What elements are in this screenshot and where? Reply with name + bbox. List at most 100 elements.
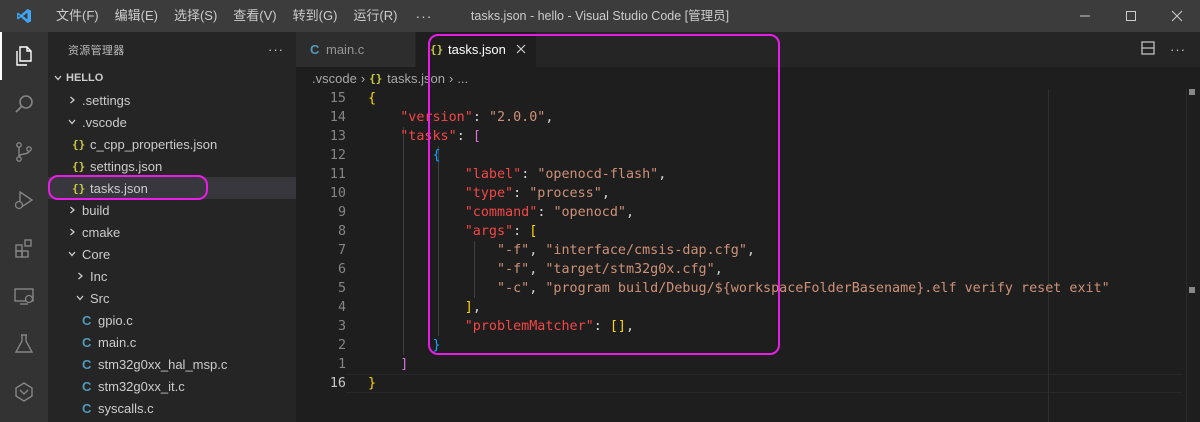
line-number: 15 (329, 91, 346, 106)
code-line: ] (400, 357, 409, 372)
workspace-name: HELLO (66, 72, 104, 84)
scrollbar-marker (1189, 89, 1195, 95)
tree-item-label: .vscode (82, 114, 127, 130)
line-number: 14 (329, 110, 346, 125)
tree-file-settings-json[interactable]: {} settings.json (48, 155, 296, 177)
menu-more-button[interactable]: ··· (405, 8, 442, 24)
tab-main-c[interactable]: C main.c (296, 32, 416, 67)
tree-item-label: Inc (90, 268, 108, 284)
split-editor-button[interactable] (1140, 40, 1156, 59)
line-number: 9 (337, 205, 346, 220)
tree-item-label: stm32g0xx_it.c (98, 378, 185, 394)
line-number: 11 (329, 167, 346, 182)
explorer-sidebar: 资源管理器 ··· HELLO .settings .vscode {} c_c… (48, 32, 296, 422)
c-file-icon: C (82, 378, 92, 394)
minimize-icon (1080, 15, 1090, 17)
run-debug-activity[interactable] (0, 176, 48, 224)
remote-explorer-icon (14, 288, 34, 305)
line-number: 3 (337, 319, 346, 334)
tree-item-label: Src (90, 290, 110, 306)
sidebar-more-button[interactable]: ··· (268, 42, 284, 57)
chevron-down-icon (72, 293, 88, 303)
menu-edit[interactable]: 编辑(E) (107, 5, 166, 27)
extensions-activity[interactable] (0, 224, 48, 272)
vertical-scrollbar[interactable] (1186, 89, 1200, 422)
tree-folder-src[interactable]: Src (48, 287, 296, 309)
line-number: 13 (329, 129, 346, 144)
tree-file-c-cpp-properties[interactable]: {} c_cpp_properties.json (48, 133, 296, 155)
explorer-activity[interactable] (0, 32, 48, 80)
files-icon (16, 46, 32, 66)
line-number-gutter: 15 14 13 12 11 10 9 8 7 6 5 4 3 2 1 16 (296, 89, 346, 393)
maximize-icon (1126, 11, 1136, 21)
line-number: 1 (337, 357, 346, 372)
tree-file-it-c[interactable]: C stm32g0xx_it.c (48, 375, 296, 397)
tree-item-label: build (82, 202, 110, 218)
tree-item-label: stm32g0xx_hal_msp.c (98, 356, 228, 372)
line-number: 8 (337, 224, 346, 239)
menu-run[interactable]: 运行(R) (345, 5, 405, 27)
run-debug-icon (14, 190, 34, 210)
c-file-icon: C (82, 356, 92, 372)
chevron-right-icon (72, 271, 88, 281)
menu-view[interactable]: 查看(V) (225, 5, 284, 27)
line-number: 10 (329, 186, 346, 201)
tree-folder-build[interactable]: build (48, 199, 296, 221)
breadcrumb-chevron-icon: › (360, 70, 366, 86)
tree-folder-cmake[interactable]: cmake (48, 221, 296, 243)
scrollbar-marker (1189, 287, 1195, 293)
split-editor-icon (1141, 41, 1155, 55)
line-number: 4 (337, 300, 346, 315)
tree-item-label: gpio.c (98, 312, 133, 328)
tree-item-label: cmake (82, 224, 121, 240)
vscode-logo-icon (0, 0, 48, 32)
testing-activity[interactable] (0, 320, 48, 368)
tree-item-label: syscalls.c (98, 400, 154, 416)
c-file-icon: C (82, 334, 92, 350)
menu-bar: 文件(F) 编辑(E) 选择(S) 查看(V) 转到(G) 运行(R) ··· (48, 0, 442, 32)
sidebar-header: 资源管理器 ··· (48, 32, 296, 67)
close-window-button[interactable] (1154, 0, 1200, 32)
c-file-icon: C (310, 42, 320, 57)
line-number: 12 (329, 148, 346, 163)
breadcrumb-folder[interactable]: .vscode (312, 71, 357, 86)
highlight-tasks-json-editor (428, 34, 780, 355)
line-number: 2 (337, 338, 346, 353)
menu-go[interactable]: 转到(G) (285, 5, 346, 27)
tree-file-hal-msp-c[interactable]: C stm32g0xx_hal_msp.c (48, 353, 296, 375)
json-file-icon: {} (369, 71, 383, 85)
extension-activity[interactable] (0, 368, 48, 416)
menu-file[interactable]: 文件(F) (48, 5, 107, 27)
activity-bar (0, 32, 48, 422)
tree-folder-vscode[interactable]: .vscode (48, 111, 296, 133)
maximize-button[interactable] (1108, 0, 1154, 32)
tree-file-main-c[interactable]: C main.c (48, 331, 296, 353)
close-icon (1171, 10, 1183, 22)
code-line-current: } (368, 376, 377, 391)
chevron-right-icon (64, 227, 80, 237)
sidebar-title: 资源管理器 (68, 44, 125, 57)
search-activity[interactable] (0, 80, 48, 128)
minimize-button[interactable] (1062, 0, 1108, 32)
more-actions-button[interactable]: ··· (1170, 42, 1186, 57)
tree-file-syscalls-c[interactable]: C syscalls.c (48, 397, 296, 419)
chevron-down-icon (64, 249, 80, 259)
menu-selection[interactable]: 选择(S) (166, 5, 225, 27)
source-control-activity[interactable] (0, 128, 48, 176)
remote-explorer-activity[interactable] (0, 272, 48, 320)
source-control-icon (16, 142, 32, 162)
workspace-section-header[interactable]: HELLO (48, 67, 296, 89)
chevron-down-icon (50, 73, 66, 83)
line-number: 5 (337, 281, 346, 296)
tree-folder-core[interactable]: Core (48, 243, 296, 265)
line-number: 6 (337, 262, 346, 277)
window-controls (1062, 0, 1200, 32)
extensions-icon (15, 239, 32, 258)
tree-folder-inc[interactable]: Inc (48, 265, 296, 287)
tree-item-label: .settings (82, 92, 131, 108)
c-file-icon: C (82, 400, 92, 416)
line-number-current: 16 (329, 376, 346, 391)
tree-file-gpio-c[interactable]: C gpio.c (48, 309, 296, 331)
tree-item-label: main.c (98, 334, 137, 350)
tree-folder-settings[interactable]: .settings (48, 89, 296, 111)
